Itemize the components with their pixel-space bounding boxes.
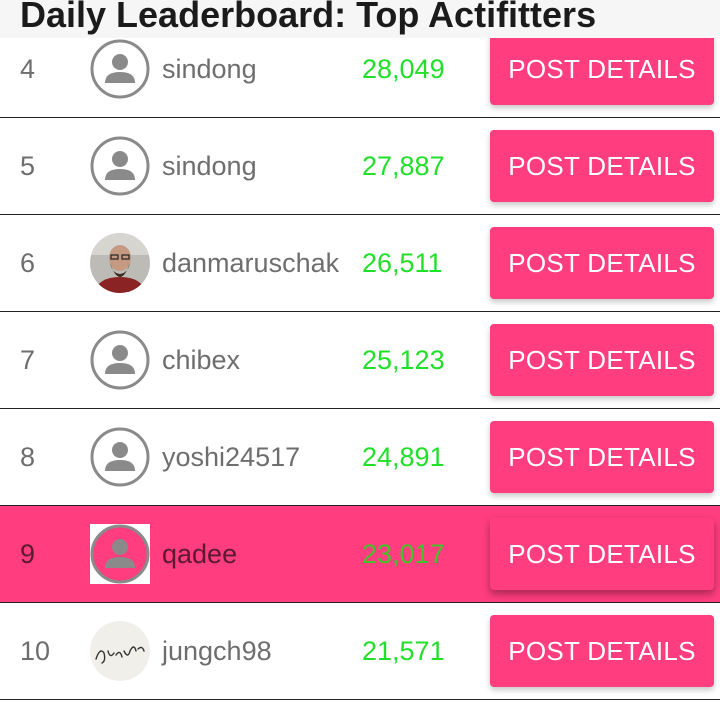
default-avatar-icon[interactable] [90,39,150,99]
leaderboard-row: 10 jungch98 21,571 POST DETAILS [0,603,720,700]
rank-number: 5 [20,150,36,181]
leaderboard-header: Daily Leaderboard: Top Actifitters [0,0,720,38]
post-details-button[interactable]: POST DETAILS [490,130,714,202]
photo-avatar[interactable] [90,233,150,293]
rank-number: 7 [20,344,36,375]
username[interactable]: sindong [162,118,257,214]
username[interactable]: yoshi24517 [162,409,300,505]
page-title: Daily Leaderboard: Top Actifitters [20,0,597,35]
leaderboard-row: 5 sindong 27,887 POST DETAILS [0,118,720,215]
rank-number: 6 [20,247,36,278]
leaderboard-row-current-user: 9 qadee 23,017 POST DETAILS [0,506,720,603]
leaderboard-row: 8 yoshi24517 24,891 POST DETAILS [0,409,720,506]
score: 23,017 [362,538,445,569]
username[interactable]: jungch98 [162,603,272,699]
score: 27,887 [362,150,445,181]
rank-number: 10 [20,635,51,666]
post-details-button[interactable]: POST DETAILS [490,33,714,105]
default-avatar-icon[interactable] [90,427,150,487]
score: 24,891 [362,441,445,472]
leaderboard-row: 6 danmaruschak 26,511 POST DETAILS [0,215,720,312]
score: 21,571 [362,635,445,666]
username[interactable]: chibex [162,312,240,408]
post-details-button[interactable]: POST DETAILS [490,227,714,299]
signature-avatar[interactable] [90,621,150,681]
post-details-button[interactable]: POST DETAILS [490,615,714,687]
post-details-button[interactable]: POST DETAILS [490,518,714,590]
default-avatar-icon[interactable] [90,136,150,196]
post-details-button[interactable]: POST DETAILS [490,324,714,396]
score: 26,511 [362,247,443,278]
leaderboard-row: 7 chibex 25,123 POST DETAILS [0,312,720,409]
post-details-button[interactable]: POST DETAILS [490,421,714,493]
default-avatar-icon[interactable] [90,330,150,390]
username[interactable]: qadee [162,506,237,602]
default-avatar-icon[interactable] [90,524,150,584]
username[interactable]: danmaruschak [162,215,339,311]
rank-number: 8 [20,441,36,472]
score: 25,123 [362,344,445,375]
rank-number: 9 [20,538,36,569]
